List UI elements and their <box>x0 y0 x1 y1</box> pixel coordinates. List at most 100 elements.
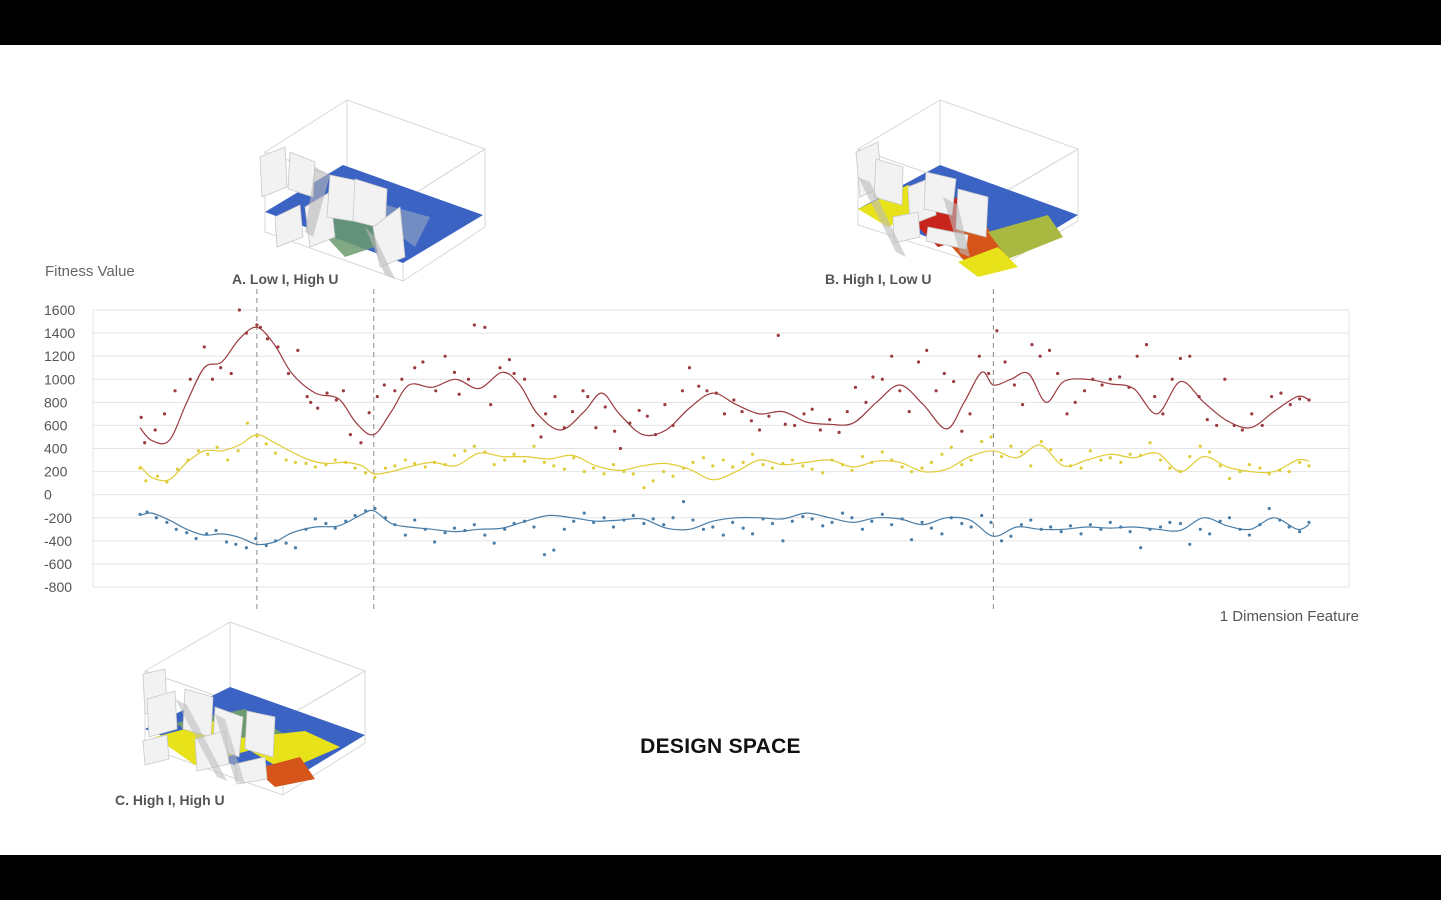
series-1-point <box>1100 383 1104 387</box>
series-3-point <box>512 521 516 526</box>
series-3-point <box>1168 520 1172 524</box>
series-3-point <box>781 539 785 543</box>
series-1-point <box>367 411 371 415</box>
series-3-point <box>492 541 496 545</box>
series-3-point <box>244 546 248 550</box>
series-2-point <box>138 466 142 470</box>
series-1-point <box>828 418 832 422</box>
series-1-point <box>139 415 143 419</box>
series-1-point <box>618 446 623 451</box>
series-2-point <box>761 463 765 467</box>
series-2-point <box>1119 460 1123 464</box>
series-1-point <box>443 354 447 358</box>
series-1-point <box>837 430 841 434</box>
series-3-point <box>1049 525 1053 529</box>
series-2-point <box>1178 469 1183 474</box>
series-1-point <box>255 323 259 327</box>
series-1-point <box>1082 389 1087 393</box>
series-2-point <box>840 463 845 467</box>
case-b-label: B. High I, Low U <box>825 271 932 287</box>
series-1-point <box>286 371 291 376</box>
series-3-point <box>949 516 953 520</box>
series-1-point <box>653 433 658 437</box>
series-3-point <box>830 520 834 524</box>
series-1-point <box>531 423 535 428</box>
series-1-point <box>722 412 727 416</box>
series-3-point <box>681 499 686 504</box>
series-2-point <box>245 421 250 425</box>
series-3-point <box>929 526 934 530</box>
series-3-point <box>185 531 189 535</box>
series-1-point <box>732 398 736 402</box>
series-2-point <box>503 458 507 462</box>
series-1-point <box>995 329 999 333</box>
series-1-point <box>968 412 972 416</box>
series-3-point <box>205 532 209 536</box>
series-1-point <box>316 406 320 410</box>
series-3-point <box>1009 534 1013 538</box>
series-3-point <box>671 516 675 520</box>
series-2-point <box>492 463 496 467</box>
series-3-point <box>1227 516 1232 520</box>
series-2-point <box>512 452 516 456</box>
series-2-point <box>821 471 825 475</box>
series-3 <box>138 499 1311 557</box>
series-1-point <box>603 405 607 409</box>
series-1-point <box>637 408 641 413</box>
series-1-point <box>393 389 397 393</box>
series-1-point <box>757 428 762 432</box>
series-2-point <box>681 466 686 470</box>
series-2-point <box>373 475 377 479</box>
series-1-point <box>960 429 964 433</box>
series-1-point <box>1205 418 1209 422</box>
series-1-point <box>400 377 404 381</box>
series-1-point <box>783 422 787 426</box>
series-2-point <box>1079 466 1083 470</box>
series-3-point <box>413 518 417 522</box>
series-1-point <box>472 323 476 327</box>
series-layer <box>138 308 1311 557</box>
series-1-point <box>507 358 512 362</box>
series-3-point <box>810 517 814 521</box>
series-2-point <box>880 450 884 454</box>
series-1-point <box>864 400 868 404</box>
series-2-point <box>236 449 240 453</box>
series-1-point <box>162 412 167 416</box>
series-2-point <box>353 466 357 470</box>
series-1-point <box>512 371 516 376</box>
series-2-point <box>186 458 190 462</box>
series-2-point <box>602 472 606 476</box>
series-1-point <box>871 375 875 379</box>
series-1-point <box>1288 403 1292 407</box>
series-2-point <box>949 445 953 449</box>
series-3-point <box>344 519 348 523</box>
series-3-point <box>264 543 268 548</box>
series-1-point <box>219 366 223 370</box>
series-3-point <box>1088 523 1092 527</box>
series-3-point <box>880 512 884 516</box>
series-1-point <box>1269 394 1274 399</box>
series-2-point <box>721 458 725 462</box>
series-2-point <box>165 480 169 484</box>
series-1-point <box>853 385 858 389</box>
y-tick-label-12: -800 <box>44 579 72 595</box>
series-1-point <box>1038 354 1042 358</box>
series-3-point <box>463 528 467 533</box>
series-3-point <box>1029 518 1033 522</box>
series-2-point <box>989 435 993 439</box>
series-1-point <box>671 423 675 428</box>
x-axis-label: 1 Dimension Feature <box>1219 608 1359 625</box>
series-2-point <box>423 465 427 469</box>
series-3-point <box>452 526 457 530</box>
y-tick-label-1: 1400 <box>44 325 75 341</box>
series-3-point <box>711 525 715 529</box>
series-2-point <box>1019 450 1024 454</box>
series-3-point <box>403 533 407 537</box>
series-3-point <box>254 536 258 541</box>
series-3-point <box>1178 521 1183 526</box>
series-3-point <box>1267 506 1271 511</box>
series-2 <box>138 421 1311 490</box>
series-1-point <box>498 366 502 370</box>
series-1-point <box>890 354 894 358</box>
series-1-point <box>382 383 386 387</box>
